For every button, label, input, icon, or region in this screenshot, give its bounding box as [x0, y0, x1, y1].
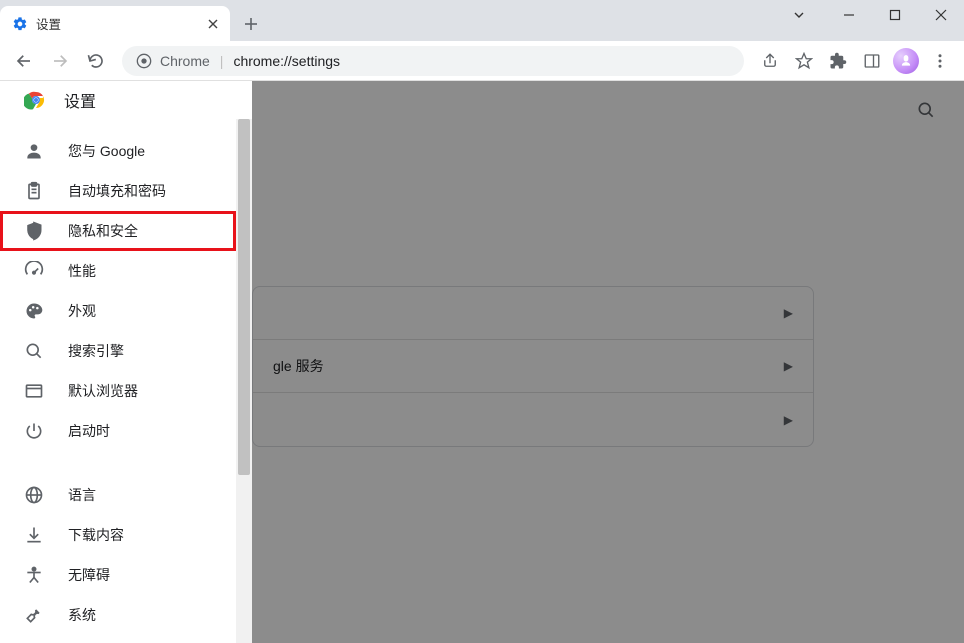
sidebar-item-label: 下载内容	[68, 525, 124, 545]
clipboard-icon	[24, 181, 44, 201]
tab-search-button[interactable]	[776, 0, 822, 30]
sidebar-divider	[0, 451, 236, 475]
window-titlebar: 设置	[0, 0, 964, 41]
sidebar-header: 设置	[0, 81, 252, 119]
wrench-icon	[24, 605, 44, 625]
window-controls	[776, 0, 964, 30]
palette-icon	[24, 301, 44, 321]
settings-page: 设置 您与 Google 自动填充和密码 隐私和安全 性能	[0, 81, 964, 643]
sidebar-title: 设置	[64, 88, 96, 112]
sidebar-item-label: 外观	[68, 301, 96, 321]
sidebar-item-label: 默认浏览器	[68, 381, 138, 401]
sidebar-item-label: 自动填充和密码	[68, 181, 166, 201]
sidebar-nav: 您与 Google 自动填充和密码 隐私和安全 性能 外观	[0, 119, 236, 643]
sidebar-item-autofill[interactable]: 自动填充和密码	[0, 171, 236, 211]
sidebar-item-downloads[interactable]: 下载内容	[0, 515, 236, 555]
share-button[interactable]	[754, 45, 786, 77]
sidebar-scrollbar[interactable]	[236, 119, 252, 643]
reload-button[interactable]	[80, 45, 112, 77]
back-button[interactable]	[8, 45, 40, 77]
gear-icon	[12, 16, 28, 32]
browser-icon	[24, 381, 44, 401]
window-maximize-button[interactable]	[872, 0, 918, 30]
bookmark-button[interactable]	[788, 45, 820, 77]
shield-icon	[24, 221, 44, 241]
avatar-icon	[893, 48, 919, 74]
sidebar-item-label: 无障碍	[68, 565, 110, 585]
chrome-logo-icon	[24, 88, 48, 112]
sidebar-item-privacy-security[interactable]: 隐私和安全	[0, 211, 236, 251]
scrollbar-thumb[interactable]	[238, 119, 250, 475]
sidebar-item-on-startup[interactable]: 启动时	[0, 411, 236, 451]
site-info-chip[interactable]: Chrome	[136, 53, 210, 69]
accessibility-icon	[24, 565, 44, 585]
sidebar-item-performance[interactable]: 性能	[0, 251, 236, 291]
sidebar-item-label: 语言	[68, 485, 96, 505]
browser-tab[interactable]: 设置	[0, 6, 230, 41]
download-icon	[24, 525, 44, 545]
sidebar-item-system[interactable]: 系统	[0, 595, 236, 635]
sidebar-item-accessibility[interactable]: 无障碍	[0, 555, 236, 595]
modal-overlay[interactable]	[252, 81, 964, 643]
sidebar-item-label: 您与 Google	[68, 141, 145, 161]
new-tab-button[interactable]	[236, 9, 266, 39]
sidebar-item-default-browser[interactable]: 默认浏览器	[0, 371, 236, 411]
side-panel-button[interactable]	[856, 45, 888, 77]
profile-avatar[interactable]	[890, 45, 922, 77]
sidebar-item-label: 隐私和安全	[68, 221, 138, 241]
speedometer-icon	[24, 261, 44, 281]
sidebar-item-search-engine[interactable]: 搜索引擎	[0, 331, 236, 371]
browser-toolbar: Chrome | chrome://settings	[0, 41, 964, 81]
window-close-button[interactable]	[918, 0, 964, 30]
url-text: chrome://settings	[233, 53, 340, 69]
close-icon[interactable]	[208, 19, 218, 29]
power-icon	[24, 421, 44, 441]
sidebar-item-label: 性能	[68, 261, 96, 281]
extensions-button[interactable]	[822, 45, 854, 77]
sidebar-item-appearance[interactable]: 外观	[0, 291, 236, 331]
person-icon	[24, 141, 44, 161]
sidebar-item-label: 启动时	[68, 421, 110, 441]
globe-icon	[24, 485, 44, 505]
tab-title: 设置	[36, 14, 200, 33]
tab-strip: 设置	[0, 0, 776, 41]
menu-button[interactable]	[924, 45, 956, 77]
sidebar-item-you-and-google[interactable]: 您与 Google	[0, 131, 236, 171]
window-minimize-button[interactable]	[826, 0, 872, 30]
sidebar-item-label: 系统	[68, 605, 96, 625]
address-bar[interactable]: Chrome | chrome://settings	[122, 46, 744, 76]
search-icon	[24, 341, 44, 361]
settings-main: ▶ gle 服务 ▶ ▶	[252, 81, 964, 643]
forward-button[interactable]	[44, 45, 76, 77]
separator: |	[220, 53, 224, 69]
sidebar-item-languages[interactable]: 语言	[0, 475, 236, 515]
sidebar-item-label: 搜索引擎	[68, 341, 124, 361]
chrome-label: Chrome	[160, 53, 210, 69]
settings-sidebar: 设置 您与 Google 自动填充和密码 隐私和安全 性能	[0, 81, 252, 643]
